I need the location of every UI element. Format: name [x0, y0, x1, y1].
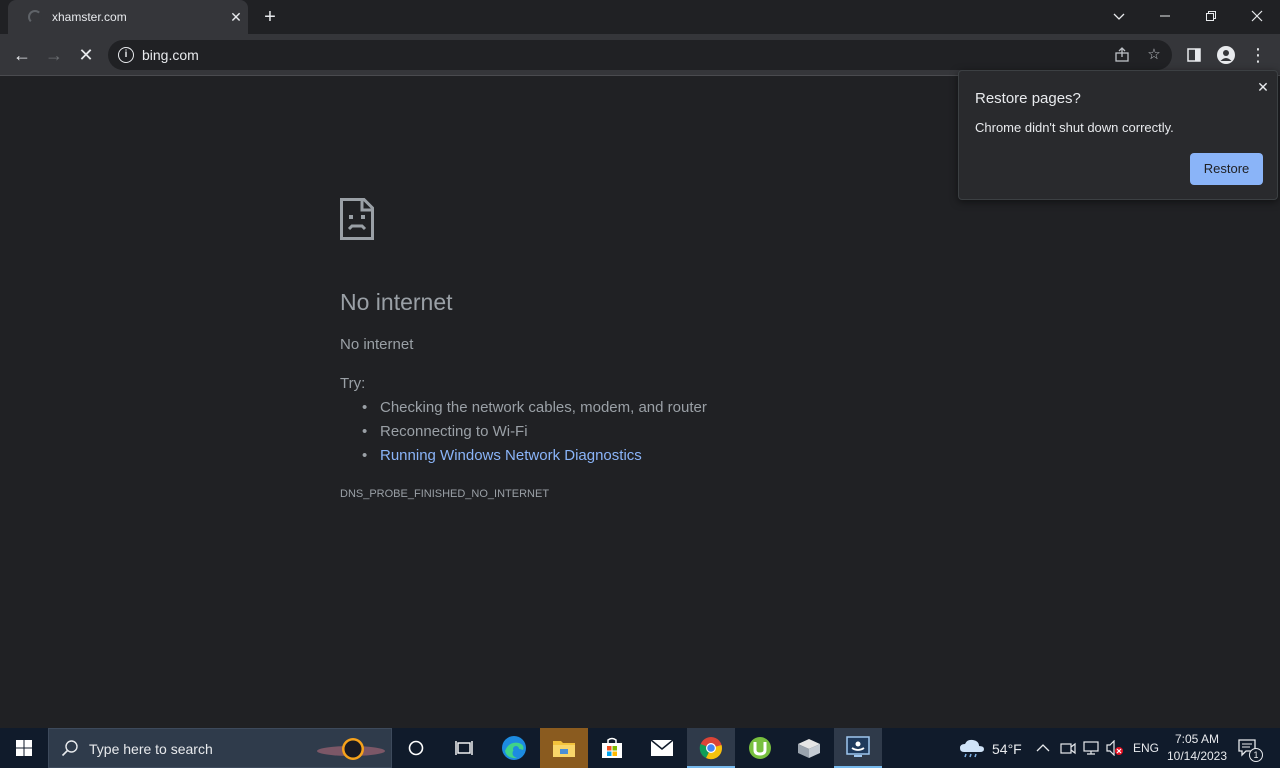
cortana-button[interactable] [392, 728, 440, 768]
edge-app-button[interactable] [490, 728, 538, 768]
tab-search-dropdown-icon[interactable] [1096, 0, 1142, 32]
clock-time[interactable]: 7:05 AM [1172, 732, 1222, 746]
installer-box-icon [798, 739, 820, 758]
try-label: Try: [340, 375, 366, 392]
installer-app-button[interactable] [785, 728, 833, 768]
tab-title: xhamster.com [52, 10, 127, 24]
search-placeholder: Type here to search [89, 741, 213, 757]
dialog-message: Chrome didn't shut down correctly. [975, 120, 1174, 135]
taskbar: Type here to search 54°F ENG 7:05 AM 10/… [0, 728, 1280, 768]
stop-loading-button[interactable]: ✕ [72, 41, 100, 69]
mail-envelope-icon [650, 739, 674, 756]
tab-close-icon[interactable]: ✕ [226, 7, 246, 27]
suggestions-list: Checking the network cables, modem, and … [362, 399, 707, 471]
edge-browser-icon [502, 736, 526, 760]
suggestion-item: Checking the network cables, modem, and … [362, 399, 707, 423]
start-button[interactable] [0, 728, 48, 768]
meet-now-camera-icon[interactable] [1060, 741, 1076, 755]
error-heading: No internet [340, 289, 453, 315]
cortana-circle-icon [408, 740, 424, 756]
sad-page-icon [340, 198, 374, 240]
chrome-browser-icon [699, 737, 722, 760]
chrome-app-button[interactable] [687, 728, 735, 768]
menu-kebab-icon[interactable]: ⋮ [1244, 41, 1272, 69]
profile-avatar-icon[interactable] [1212, 41, 1240, 69]
task-view-button[interactable] [440, 728, 488, 768]
url-text[interactable]: bing.com [142, 47, 199, 63]
file-explorer-button[interactable] [540, 728, 588, 768]
utorrent-icon [749, 737, 771, 759]
side-panel-icon[interactable] [1180, 41, 1208, 69]
dialog-title: Restore pages? [975, 90, 1081, 107]
forward-button[interactable]: → [40, 41, 68, 69]
clock-date[interactable]: 10/14/2023 [1164, 749, 1230, 763]
remote-app-button[interactable] [834, 728, 882, 768]
search-icon [61, 740, 78, 757]
share-icon[interactable] [1112, 45, 1132, 65]
volume-muted-icon[interactable] [1106, 740, 1124, 756]
bookmark-star-icon[interactable]: ☆ [1144, 45, 1164, 65]
taskbar-search-box[interactable]: Type here to search [48, 728, 392, 768]
remote-desktop-icon [846, 736, 870, 757]
address-bar[interactable]: i bing.com ☆ [108, 40, 1172, 70]
restore-pages-dialog: Restore pages? Chrome didn't shut down c… [958, 70, 1278, 200]
show-hidden-icons-chevron-icon[interactable] [1036, 743, 1050, 753]
folder-icon [553, 741, 575, 757]
browser-tab[interactable]: xhamster.com ✕ [8, 0, 248, 34]
dialog-close-icon[interactable]: ✕ [1253, 77, 1273, 97]
new-tab-button[interactable]: + [258, 5, 282, 29]
minimize-button[interactable] [1142, 0, 1188, 32]
weather-cloud-icon[interactable] [958, 738, 986, 758]
tab-strip: xhamster.com ✕ + [0, 0, 1280, 34]
microsoft-store-button[interactable] [588, 728, 636, 768]
input-language[interactable]: ENG [1133, 741, 1159, 755]
restore-window-button[interactable] [1188, 0, 1234, 32]
weather-temperature[interactable]: 54°F [992, 741, 1022, 757]
loading-spinner-icon [28, 10, 42, 24]
notification-count-badge: 1 [1249, 748, 1263, 762]
utorrent-app-button[interactable] [736, 728, 784, 768]
restore-button[interactable]: Restore [1190, 153, 1263, 185]
back-button[interactable]: ← [8, 41, 36, 69]
task-view-icon [455, 741, 473, 755]
error-subheading: No internet [340, 336, 414, 353]
store-bag-icon [602, 737, 622, 758]
network-disconnected-icon[interactable] [1083, 741, 1099, 755]
close-window-button[interactable] [1234, 0, 1280, 32]
suggestion-item: Reconnecting to Wi-Fi [362, 423, 707, 447]
mail-app-button[interactable] [638, 728, 686, 768]
error-code: DNS_PROBE_FINISHED_NO_INTERNET [340, 488, 550, 500]
eclipse-search-highlight-icon [317, 738, 385, 760]
windows-logo-icon [16, 740, 32, 756]
site-info-icon[interactable]: i [118, 47, 134, 63]
network-diagnostics-link[interactable]: Running Windows Network Diagnostics [362, 447, 707, 471]
